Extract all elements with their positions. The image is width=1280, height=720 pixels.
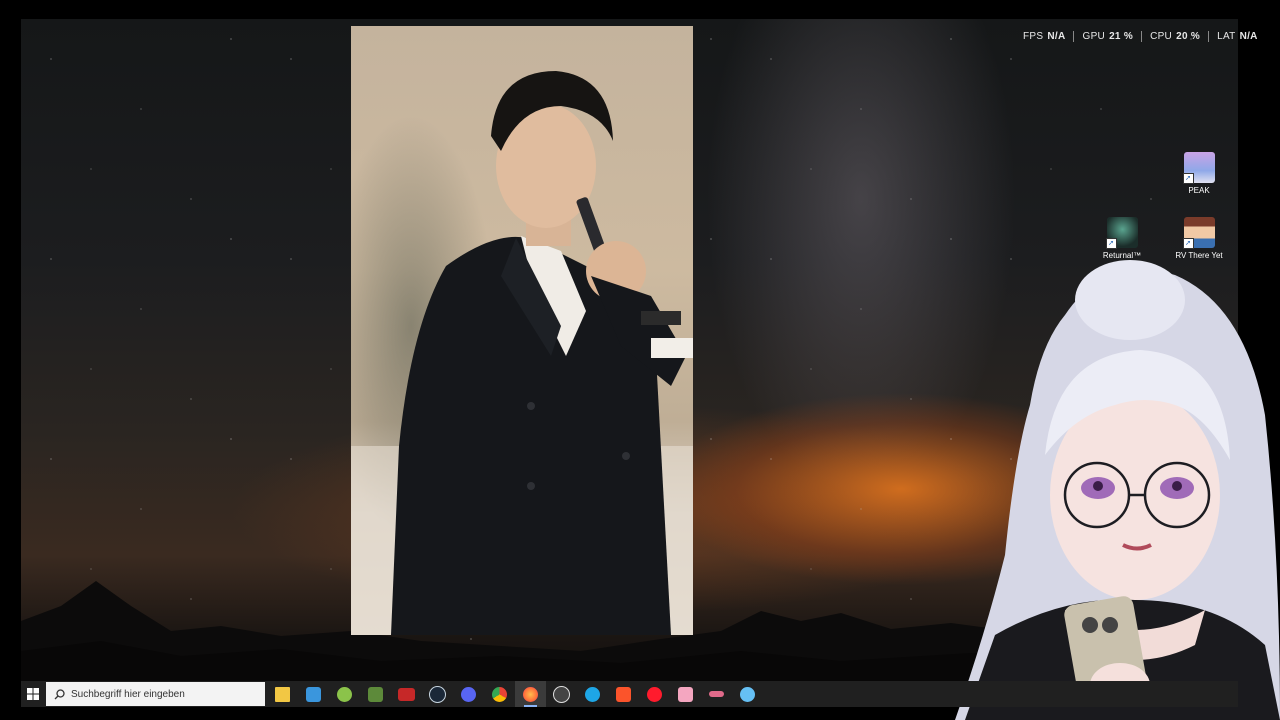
taskbar-minecraft[interactable] [360, 681, 391, 707]
battlenet-icon [585, 686, 600, 702]
chrome-icon [492, 686, 507, 702]
file-explorer-icon [275, 686, 290, 702]
taskbar-chrome[interactable] [484, 681, 515, 707]
photo-app-icon [678, 686, 693, 702]
vtuber-avatar [955, 260, 1280, 720]
discord-icon [461, 686, 476, 702]
fps-stat: FPS N/A [1023, 31, 1066, 42]
search-icon [54, 688, 65, 699]
start-button[interactable] [23, 681, 43, 707]
taskbar-file-explorer[interactable] [267, 681, 298, 707]
steam-helper-icon [740, 686, 755, 702]
steam-icon [429, 685, 446, 703]
taskbar-search-box[interactable]: Suchbegriff hier eingeben [46, 682, 265, 706]
taskbar-steam[interactable] [422, 681, 453, 707]
desktop-icon-rv-there-yet[interactable]: ➚ RV There Yet [1169, 217, 1229, 260]
cpu-stat: CPU 20 % [1141, 31, 1208, 42]
brave-icon [616, 686, 631, 702]
taskbar-battlenet[interactable] [577, 681, 608, 707]
windows-logo-icon [27, 688, 39, 700]
desktop-icon-returnal[interactable]: ➚ Returnal™ [1092, 217, 1152, 260]
latency-stat: LAT N/A [1208, 31, 1266, 42]
taskbar-opera[interactable] [639, 681, 670, 707]
firefox-icon [523, 686, 538, 702]
taskbar-discord[interactable] [453, 681, 484, 707]
desktop-icon-peak[interactable]: ➚ PEAK [1169, 152, 1229, 195]
taskbar-microsoft-store[interactable] [298, 681, 329, 707]
taskbar-game-launcher[interactable] [391, 681, 422, 707]
game-launcher-icon [398, 687, 415, 701]
microsoft-store-icon [306, 686, 321, 702]
taskbar: Suchbegriff hier eingeben [21, 681, 1238, 707]
taskbar-app[interactable] [701, 681, 732, 707]
performance-overlay: FPS N/A GPU 21 % CPU 20 % LAT N/A [1023, 31, 1266, 42]
taskbar-firefox[interactable] [515, 681, 546, 707]
taskbar-speedometer[interactable] [546, 681, 577, 707]
opera-icon [647, 686, 662, 702]
peak-game-icon: ➚ [1182, 152, 1215, 184]
gpu-stat: GPU 21 % [1073, 31, 1141, 42]
rv-there-yet-game-icon: ➚ [1182, 217, 1215, 249]
man-in-suit-photo [351, 71, 693, 635]
app-icon [709, 691, 724, 697]
taskbar-android-app[interactable] [329, 681, 360, 707]
taskbar-steam-helper[interactable] [732, 681, 763, 707]
minecraft-icon [368, 686, 383, 702]
photo-viewer-image[interactable] [351, 26, 693, 635]
search-placeholder: Suchbegriff hier eingeben [71, 688, 185, 700]
speedometer-icon [553, 685, 570, 703]
returnal-game-icon: ➚ [1105, 217, 1138, 249]
taskbar-photo-app[interactable] [670, 681, 701, 707]
android-app-icon [337, 686, 352, 702]
taskbar-brave[interactable] [608, 681, 639, 707]
desktop-icon-label: PEAK [1188, 186, 1210, 195]
